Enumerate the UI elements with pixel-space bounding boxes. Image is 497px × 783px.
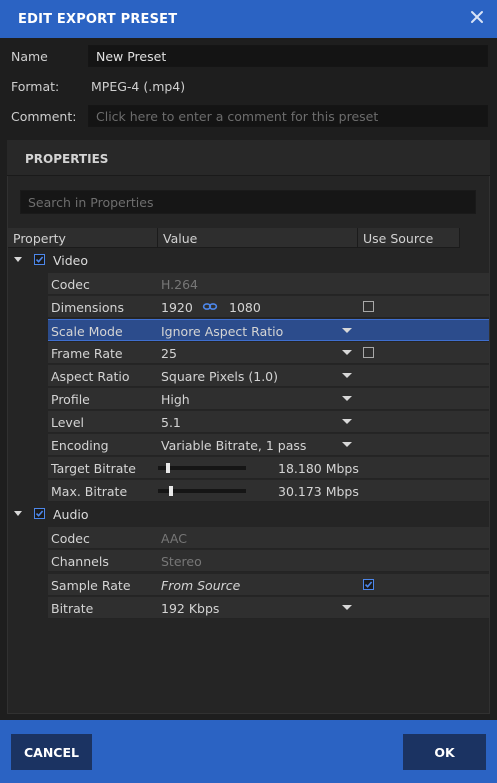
property-row-aspect-ratio: Aspect Ratio Square Pixels (1.0) bbox=[48, 365, 489, 387]
height-value[interactable]: 1080 bbox=[229, 300, 261, 315]
property-row-dimensions: Dimensions 1920 1080 bbox=[48, 296, 489, 318]
property-label: Scale Mode bbox=[51, 324, 123, 339]
property-value: 18.180 Mbps bbox=[278, 461, 359, 476]
property-value[interactable]: 192 Kbps bbox=[161, 601, 219, 616]
property-value[interactable]: 5.1 bbox=[161, 415, 181, 430]
property-row-audio-bitrate: Bitrate 192 Kbps bbox=[48, 597, 489, 619]
property-label: Sample Rate bbox=[51, 578, 131, 593]
audio-group-row: Audio bbox=[8, 503, 489, 525]
expand-triangle-icon[interactable] bbox=[14, 257, 22, 262]
comment-label: Comment: bbox=[11, 109, 77, 124]
property-label: Profile bbox=[51, 392, 90, 407]
property-row-scale-mode[interactable]: Scale Mode Ignore Aspect Ratio bbox=[48, 319, 489, 341]
dropdown-arrow-icon[interactable] bbox=[342, 350, 352, 355]
property-row-audio-codec: Codec AAC bbox=[48, 527, 489, 549]
property-label: Encoding bbox=[51, 438, 109, 453]
property-row-channels: Channels Stereo bbox=[48, 550, 489, 572]
property-label: Codec bbox=[51, 277, 90, 292]
property-row-sample-rate: Sample Rate From Source bbox=[48, 574, 489, 596]
property-value: 30.173 Mbps bbox=[278, 484, 359, 499]
properties-header: PROPERTIES bbox=[7, 140, 490, 176]
ok-button[interactable]: OK bbox=[403, 734, 486, 770]
property-label: Channels bbox=[51, 554, 109, 569]
cancel-button[interactable]: CANCEL bbox=[11, 734, 92, 770]
properties-search-box bbox=[20, 190, 476, 214]
property-value: AAC bbox=[161, 531, 187, 546]
use-source-checkbox[interactable] bbox=[363, 579, 374, 590]
audio-group-label: Audio bbox=[53, 507, 89, 522]
dropdown-arrow-icon[interactable] bbox=[342, 419, 352, 424]
property-row-profile: Profile High bbox=[48, 388, 489, 410]
slider-thumb[interactable] bbox=[166, 463, 170, 473]
name-label: Name bbox=[11, 49, 48, 64]
property-label: Codec bbox=[51, 531, 90, 546]
property-row-video-codec: Codec H.264 bbox=[48, 273, 489, 295]
check-icon bbox=[35, 256, 44, 263]
properties-search-input[interactable] bbox=[21, 191, 475, 213]
video-group-row: Video bbox=[8, 249, 489, 271]
property-value[interactable]: 25 bbox=[161, 346, 177, 361]
video-group-label: Video bbox=[53, 253, 89, 268]
slider-thumb[interactable] bbox=[169, 486, 173, 496]
format-value: MPEG-4 (.mp4) bbox=[91, 79, 186, 94]
column-header-property[interactable]: Property bbox=[8, 228, 158, 248]
dialog-title: EDIT EXPORT PRESET bbox=[18, 12, 178, 27]
property-row-max-bitrate: Max. Bitrate 30.173 Mbps bbox=[48, 480, 489, 502]
property-value[interactable]: Variable Bitrate, 1 pass bbox=[161, 438, 306, 453]
use-source-checkbox[interactable] bbox=[363, 301, 374, 312]
column-header-value[interactable]: Value bbox=[158, 228, 358, 248]
dropdown-arrow-icon[interactable] bbox=[342, 328, 352, 333]
width-value[interactable]: 1920 bbox=[161, 300, 193, 315]
dropdown-arrow-icon[interactable] bbox=[342, 396, 352, 401]
property-value: H.264 bbox=[161, 277, 199, 292]
properties-title: PROPERTIES bbox=[25, 152, 109, 166]
link-icon[interactable] bbox=[202, 302, 218, 311]
property-label: Level bbox=[51, 415, 84, 430]
audio-enabled-checkbox[interactable] bbox=[34, 508, 45, 519]
property-row-level: Level 5.1 bbox=[48, 411, 489, 433]
expand-triangle-icon[interactable] bbox=[14, 511, 22, 516]
dialog-title-bar: EDIT EXPORT PRESET bbox=[0, 0, 497, 38]
dropdown-arrow-icon[interactable] bbox=[342, 605, 352, 610]
property-value: From Source bbox=[161, 578, 241, 593]
name-field[interactable] bbox=[89, 46, 487, 66]
video-enabled-checkbox[interactable] bbox=[34, 254, 45, 265]
check-icon bbox=[35, 510, 44, 517]
property-label: Aspect Ratio bbox=[51, 369, 130, 384]
close-icon[interactable] bbox=[469, 9, 485, 25]
property-row-encoding: Encoding Variable Bitrate, 1 pass bbox=[48, 434, 489, 456]
max-bitrate-slider[interactable] bbox=[158, 486, 246, 496]
property-label: Frame Rate bbox=[51, 346, 123, 361]
property-label: Dimensions bbox=[51, 300, 124, 315]
property-label: Target Bitrate bbox=[51, 461, 136, 476]
property-label: Max. Bitrate bbox=[51, 484, 128, 499]
format-label: Format: bbox=[11, 79, 60, 94]
property-label: Bitrate bbox=[51, 601, 94, 616]
property-value[interactable]: High bbox=[161, 392, 190, 407]
comment-field-box bbox=[88, 105, 488, 127]
property-value: Stereo bbox=[161, 554, 202, 569]
property-row-frame-rate: Frame Rate 25 bbox=[48, 342, 489, 364]
property-value[interactable]: Ignore Aspect Ratio bbox=[161, 324, 283, 339]
column-header-use-source[interactable]: Use Source bbox=[358, 228, 460, 248]
target-bitrate-slider[interactable] bbox=[158, 463, 246, 473]
property-value[interactable]: Square Pixels (1.0) bbox=[161, 369, 278, 384]
name-field-box bbox=[88, 45, 488, 67]
check-icon bbox=[364, 581, 373, 588]
property-row-target-bitrate: Target Bitrate 18.180 Mbps bbox=[48, 457, 489, 479]
comment-field[interactable] bbox=[89, 106, 487, 126]
use-source-checkbox[interactable] bbox=[363, 347, 374, 358]
dropdown-arrow-icon[interactable] bbox=[342, 442, 352, 447]
dropdown-arrow-icon[interactable] bbox=[342, 373, 352, 378]
